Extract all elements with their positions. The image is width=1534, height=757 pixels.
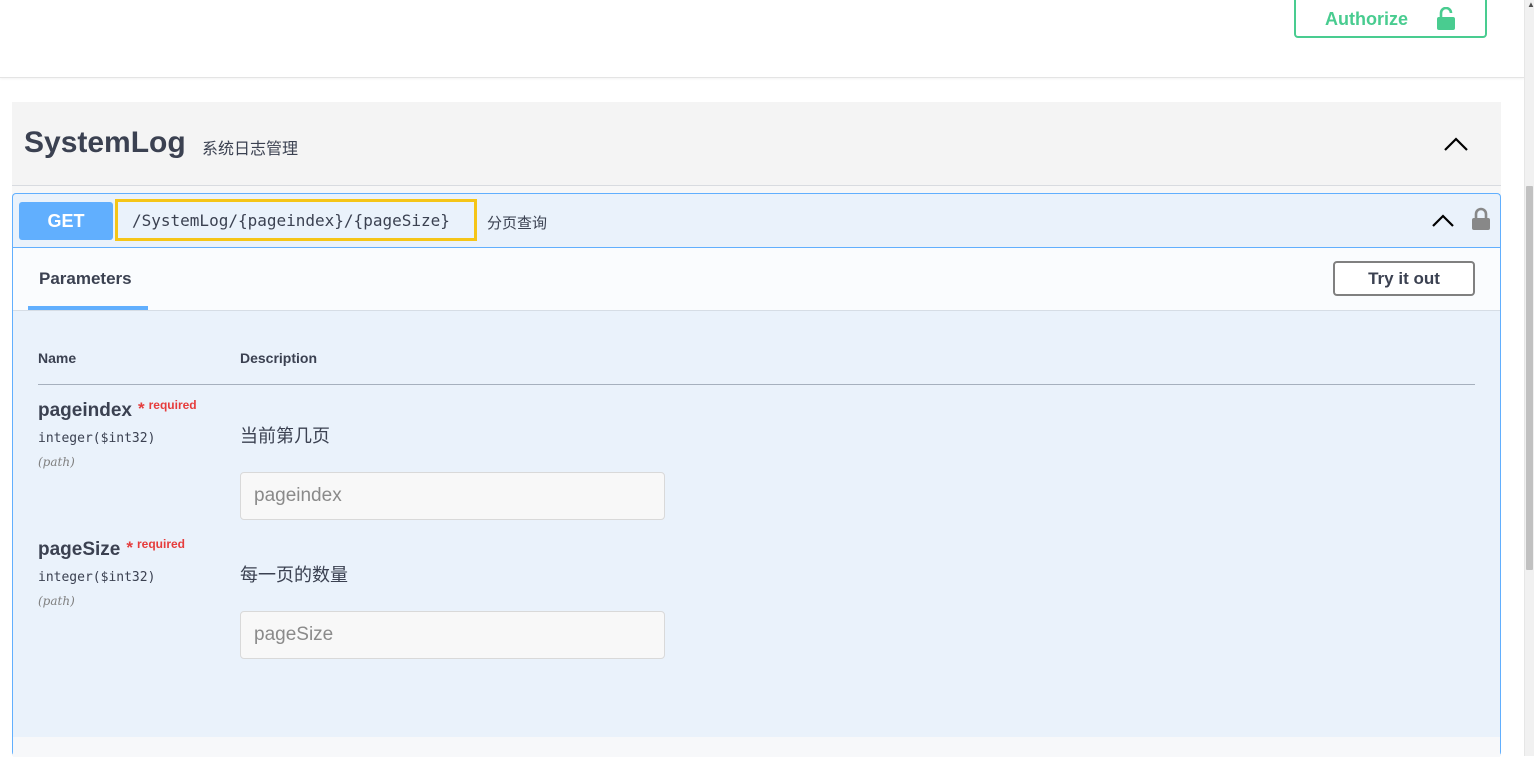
operation-path-text: /SystemLog/{pageindex}/{pageSize} <box>132 210 450 230</box>
chevron-up-icon[interactable] <box>1431 212 1455 234</box>
required-star: * <box>126 538 133 557</box>
scroll-up-arrow-icon[interactable]: ▲ <box>1527 1 1534 9</box>
header-divider <box>38 384 1475 385</box>
responses-area <box>13 737 1500 757</box>
required-label: required <box>148 398 197 412</box>
tag-description: 系统日志管理 <box>202 141 299 158</box>
method-badge: GET <box>19 202 113 240</box>
parameter-name-text: pageSize <box>38 539 121 560</box>
column-header-name: Name <box>38 350 77 366</box>
parameter-description: 每一页的数量 <box>240 565 348 585</box>
parameter-location: (path) <box>38 594 75 608</box>
chevron-up-icon[interactable] <box>1443 135 1469 158</box>
unlock-icon <box>1436 7 1456 31</box>
parameter-name-text: pageindex <box>38 400 132 421</box>
parameter-type: integer($int32) <box>38 431 156 446</box>
pagesize-input[interactable] <box>240 611 665 659</box>
tag-header[interactable]: SystemLog 系统日志管理 <box>12 102 1501 186</box>
authorize-button[interactable]: Authorize <box>1294 0 1487 38</box>
lock-icon[interactable] <box>1471 207 1491 236</box>
parameter-name: pageSize * required <box>38 537 186 561</box>
top-bar: Authorize <box>0 0 1524 78</box>
authorize-label: Authorize <box>1325 8 1408 29</box>
tag-section: SystemLog 系统日志管理 GET /SystemLog/{pageind… <box>12 102 1501 757</box>
required-label: required <box>137 537 186 551</box>
required-star: * <box>137 399 145 418</box>
parameter-location: (path) <box>38 455 75 469</box>
parameter-description: 当前第几页 <box>240 426 330 446</box>
operation-path: /SystemLog/{pageindex}/{pageSize} <box>115 199 477 241</box>
parameters-header: Parameters Try it out <box>13 248 1500 311</box>
scrollbar-thumb[interactable] <box>1526 186 1533 570</box>
pageindex-input[interactable] <box>240 472 665 520</box>
try-it-out-button[interactable]: Try it out <box>1333 261 1475 296</box>
column-header-description: Description <box>240 350 318 366</box>
operation-summary-text: 分页查询 <box>487 215 548 232</box>
tab-parameters[interactable]: Parameters <box>28 248 148 310</box>
operation-summary[interactable]: GET /SystemLog/{pageindex}/{pageSize} 分页… <box>13 194 1500 248</box>
parameter-name: pageindex * required <box>38 398 197 422</box>
parameter-type: integer($int32) <box>38 570 156 585</box>
tag-name: SystemLog <box>24 126 186 159</box>
operation-block: GET /SystemLog/{pageindex}/{pageSize} 分页… <box>12 193 1501 757</box>
